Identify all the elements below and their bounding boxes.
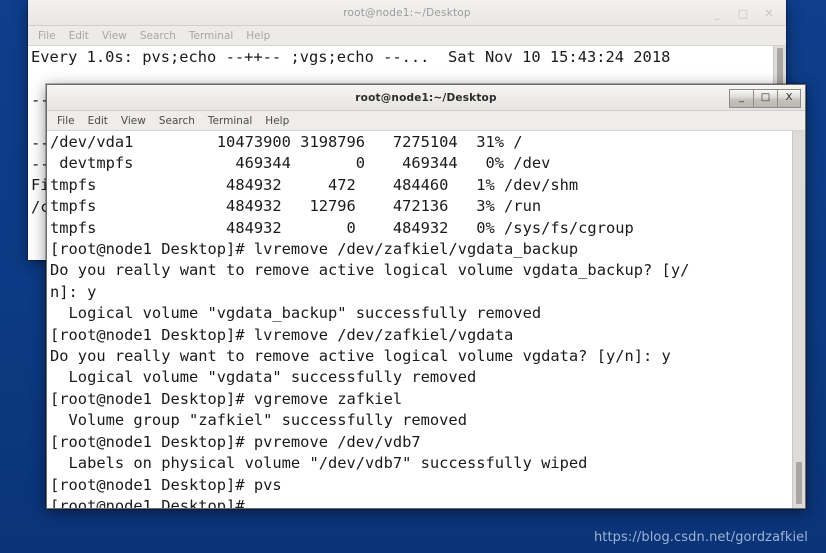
menubar-watch: File Edit View Search Terminal Help [28,26,786,46]
terminal-body-main[interactable]: /dev/vda1 10473900 3198796 7275104 31% /… [47,131,805,508]
window-title-watch: root@node1:~/Desktop [343,6,471,19]
menu-item-edit[interactable]: Edit [69,30,89,42]
menu-item-view[interactable]: View [102,30,127,42]
terminal-output-main: /dev/vda1 10473900 3198796 7275104 31% /… [50,133,690,508]
scrollbar-thumb-main[interactable] [796,462,802,504]
menu-item-terminal[interactable]: Terminal [208,115,252,127]
window-controls-watch: _ □ ✕ [704,0,782,26]
menu-item-search[interactable]: Search [140,30,176,42]
minimize-button[interactable]: _ [729,88,753,108]
menu-item-help[interactable]: Help [265,115,289,127]
window-controls-main: _ □ X [729,85,801,111]
close-button[interactable]: X [777,88,801,108]
menu-item-view[interactable]: View [121,115,146,127]
maximize-button[interactable]: □ [753,88,777,108]
menu-item-file[interactable]: File [38,30,56,42]
scrollbar-main[interactable] [792,131,805,508]
menu-item-search[interactable]: Search [159,115,195,127]
watermark-url: https://blog.csdn.net/gordzafkiel [593,530,808,545]
minimize-icon[interactable]: _ [704,2,730,24]
scrollbar-thumb-watch[interactable] [777,48,783,88]
close-icon[interactable]: ✕ [756,2,782,24]
titlebar-watch[interactable]: root@node1:~/Desktop _ □ ✕ [28,0,786,26]
desktop-background: root@node1:~/Desktop _ □ ✕ File Edit Vie… [0,0,826,553]
titlebar-main[interactable]: root@node1:~/Desktop _ □ X [47,85,805,111]
menu-item-edit[interactable]: Edit [88,115,108,127]
menubar-main: File Edit View Search Terminal Help [47,111,805,131]
maximize-icon[interactable]: □ [730,2,756,24]
menu-item-terminal[interactable]: Terminal [189,30,233,42]
menu-item-file[interactable]: File [57,115,75,127]
terminal-window-main[interactable]: root@node1:~/Desktop _ □ X File Edit Vie… [46,84,806,509]
menu-item-help[interactable]: Help [246,30,270,42]
window-title-main: root@node1:~/Desktop [355,91,497,104]
